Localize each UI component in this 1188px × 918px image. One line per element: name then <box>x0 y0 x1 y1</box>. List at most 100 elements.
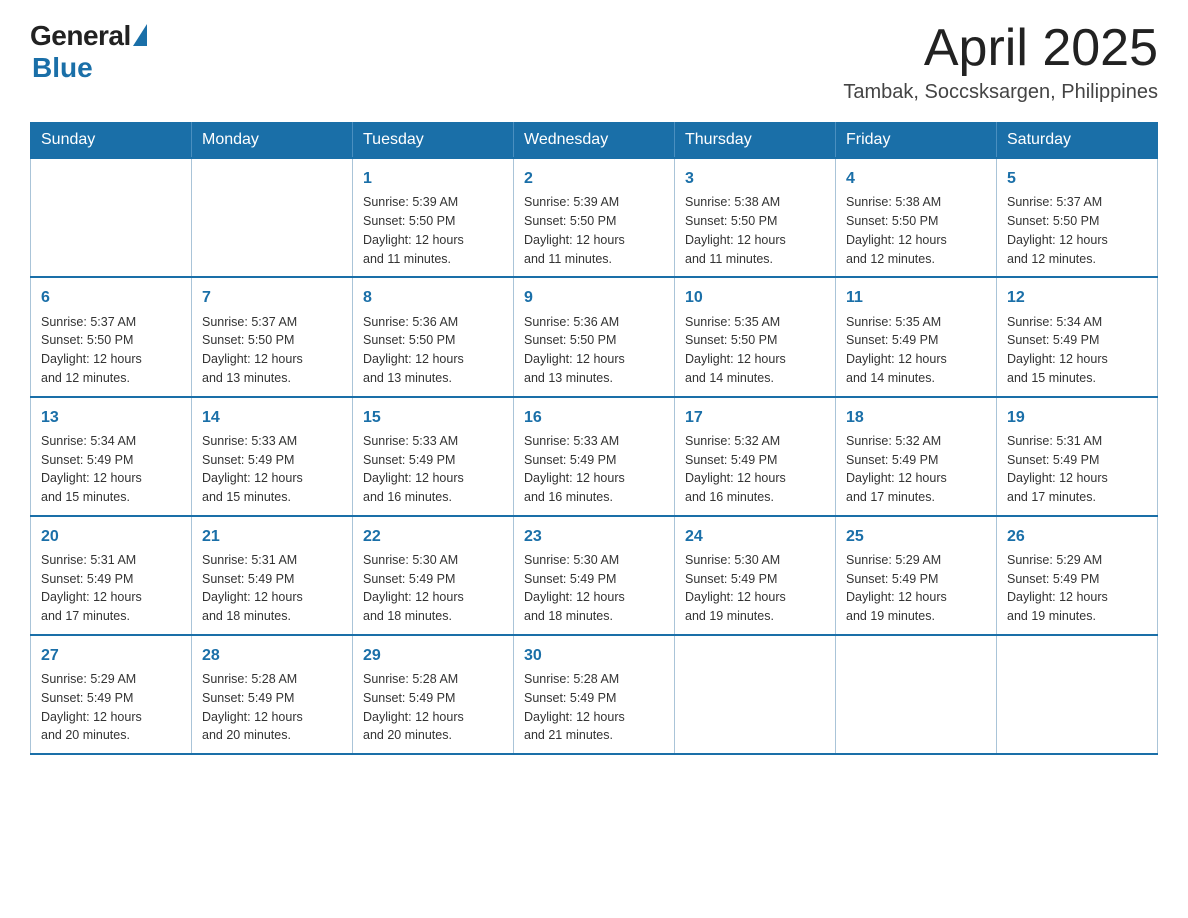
weekday-header-saturday: Saturday <box>997 123 1158 159</box>
calendar-cell: 11 Sunrise: 5:35 AM Sunset: 5:49 PM Dayli… <box>836 277 997 396</box>
day-info: Sunrise: 5:28 AM Sunset: 5:49 PM Dayligh… <box>202 670 342 745</box>
calendar-cell: 1Sunrise: 5:39 AM Sunset: 5:50 PM Daylig… <box>353 158 514 277</box>
day-info: Sunrise: 5:30 AM Sunset: 5:49 PM Dayligh… <box>363 551 503 626</box>
weekday-header-tuesday: Tuesday <box>353 123 514 159</box>
day-info: Sunrise: 5:39 AM Sunset: 5:50 PM Dayligh… <box>524 193 664 268</box>
calendar-week-row: 1Sunrise: 5:39 AM Sunset: 5:50 PM Daylig… <box>31 158 1158 277</box>
calendar-cell: 12 Sunrise: 5:34 AM Sunset: 5:49 PM Dayli… <box>997 277 1158 396</box>
calendar-cell: 4 Sunrise: 5:38 AM Sunset: 5:50 PM Daylig… <box>836 158 997 277</box>
day-number: 23 <box>524 525 664 548</box>
weekday-header-thursday: Thursday <box>675 123 836 159</box>
logo-blue-text: Blue <box>32 52 93 84</box>
calendar-cell: 15 Sunrise: 5:33 AM Sunset: 5:49 PM Dayli… <box>353 397 514 516</box>
day-info: Sunrise: 5:33 AM Sunset: 5:49 PM Dayligh… <box>363 432 503 507</box>
calendar-cell: 28 Sunrise: 5:28 AM Sunset: 5:49 PM Dayli… <box>192 635 353 754</box>
calendar-week-row: 27Sunrise: 5:29 AM Sunset: 5:49 PM Dayli… <box>31 635 1158 754</box>
day-number: 28 <box>202 644 342 667</box>
day-info: Sunrise: 5:29 AM Sunset: 5:49 PM Dayligh… <box>846 551 986 626</box>
day-number: 5 <box>1007 167 1147 190</box>
calendar-cell: 7Sunrise: 5:37 AM Sunset: 5:50 PM Daylig… <box>192 277 353 396</box>
weekday-header-monday: Monday <box>192 123 353 159</box>
logo: General Blue <box>30 20 147 84</box>
day-info: Sunrise: 5:37 AM Sunset: 5:50 PM Dayligh… <box>202 313 342 388</box>
day-number: 29 <box>363 644 503 667</box>
calendar-cell: 25 Sunrise: 5:29 AM Sunset: 5:49 PM Dayli… <box>836 516 997 635</box>
calendar-cell: 29 Sunrise: 5:28 AM Sunset: 5:49 PM Dayli… <box>353 635 514 754</box>
calendar-week-row: 6 Sunrise: 5:37 AM Sunset: 5:50 PM Daylig… <box>31 277 1158 396</box>
calendar-cell <box>675 635 836 754</box>
calendar-cell: 10 Sunrise: 5:35 AM Sunset: 5:50 PM Dayli… <box>675 277 836 396</box>
day-number: 25 <box>846 525 986 548</box>
calendar-cell: 22 Sunrise: 5:30 AM Sunset: 5:49 PM Dayli… <box>353 516 514 635</box>
day-number: 17 <box>685 406 825 429</box>
day-info: Sunrise: 5:30 AM Sunset: 5:49 PM Dayligh… <box>685 551 825 626</box>
day-number: 2 <box>524 167 664 190</box>
day-info: Sunrise: 5:28 AM Sunset: 5:49 PM Dayligh… <box>524 670 664 745</box>
day-number: 21 <box>202 525 342 548</box>
day-info: Sunrise: 5:31 AM Sunset: 5:49 PM Dayligh… <box>1007 432 1147 507</box>
calendar-cell: 16 Sunrise: 5:33 AM Sunset: 5:49 PM Dayli… <box>514 397 675 516</box>
calendar-cell: 17 Sunrise: 5:32 AM Sunset: 5:49 PM Dayli… <box>675 397 836 516</box>
day-number: 11 <box>846 286 986 309</box>
calendar-cell: 3 Sunrise: 5:38 AM Sunset: 5:50 PM Daylig… <box>675 158 836 277</box>
weekday-header-wednesday: Wednesday <box>514 123 675 159</box>
day-info: Sunrise: 5:39 AM Sunset: 5:50 PM Dayligh… <box>363 193 503 268</box>
day-number: 24 <box>685 525 825 548</box>
day-info: Sunrise: 5:34 AM Sunset: 5:49 PM Dayligh… <box>41 432 181 507</box>
calendar-cell: 20Sunrise: 5:31 AM Sunset: 5:49 PM Dayli… <box>31 516 192 635</box>
weekday-header-friday: Friday <box>836 123 997 159</box>
day-info: Sunrise: 5:30 AM Sunset: 5:49 PM Dayligh… <box>524 551 664 626</box>
day-number: 6 <box>41 286 181 309</box>
title-block: April 2025 Tambak, Soccsksargen, Philipp… <box>843 20 1158 104</box>
day-info: Sunrise: 5:32 AM Sunset: 5:49 PM Dayligh… <box>846 432 986 507</box>
calendar-cell <box>997 635 1158 754</box>
calendar-cell: 23 Sunrise: 5:30 AM Sunset: 5:49 PM Dayli… <box>514 516 675 635</box>
calendar-cell: 2 Sunrise: 5:39 AM Sunset: 5:50 PM Daylig… <box>514 158 675 277</box>
calendar-cell: 21 Sunrise: 5:31 AM Sunset: 5:49 PM Dayli… <box>192 516 353 635</box>
day-number: 8 <box>363 286 503 309</box>
calendar-week-row: 20 Sunrise: 5:31 AM Sunset: 5:49 PM Dayli… <box>31 516 1158 635</box>
calendar-week-row: 13 Sunrise: 5:34 AM Sunset: 5:49 PM Dayli… <box>31 397 1158 516</box>
calendar-cell: 5 Sunrise: 5:37 AM Sunset: 5:50 PM Daylig… <box>997 158 1158 277</box>
day-info: Sunrise: 5:34 AM Sunset: 5:49 PM Dayligh… <box>1007 313 1147 388</box>
day-number: 15 <box>363 406 503 429</box>
page-header: General Blue April 2025 Tambak, Soccsksa… <box>30 20 1158 104</box>
calendar-header-row: SundayMondayTuesdayWednesdayThursdayFrid… <box>31 123 1158 159</box>
day-number: 9 <box>524 286 664 309</box>
day-number: 14 <box>202 406 342 429</box>
logo-triangle-icon <box>133 24 147 46</box>
calendar-cell: 19 Sunrise: 5:31 AM Sunset: 5:49 PM Dayli… <box>997 397 1158 516</box>
calendar-cell: 8 Sunrise: 5:36 AM Sunset: 5:50 PM Daylig… <box>353 277 514 396</box>
calendar-cell: 30Sunrise: 5:28 AM Sunset: 5:49 PM Dayli… <box>514 635 675 754</box>
month-title: April 2025 <box>843 20 1158 77</box>
day-number: 12 <box>1007 286 1147 309</box>
calendar-table: SundayMondayTuesdayWednesdayThursdayFrid… <box>30 122 1158 755</box>
day-info: Sunrise: 5:33 AM Sunset: 5:49 PM Dayligh… <box>202 432 342 507</box>
day-number: 16 <box>524 406 664 429</box>
day-number: 26 <box>1007 525 1147 548</box>
calendar-cell <box>192 158 353 277</box>
calendar-cell: 24 Sunrise: 5:30 AM Sunset: 5:49 PM Dayli… <box>675 516 836 635</box>
day-number: 18 <box>846 406 986 429</box>
day-info: Sunrise: 5:37 AM Sunset: 5:50 PM Dayligh… <box>1007 193 1147 268</box>
day-number: 19 <box>1007 406 1147 429</box>
day-info: Sunrise: 5:35 AM Sunset: 5:50 PM Dayligh… <box>685 313 825 388</box>
day-info: Sunrise: 5:33 AM Sunset: 5:49 PM Dayligh… <box>524 432 664 507</box>
logo-general-text: General <box>30 20 131 52</box>
day-info: Sunrise: 5:36 AM Sunset: 5:50 PM Dayligh… <box>524 313 664 388</box>
calendar-cell: 6Sunrise: 5:37 AM Sunset: 5:50 PM Daylig… <box>31 277 192 396</box>
day-info: Sunrise: 5:35 AM Sunset: 5:49 PM Dayligh… <box>846 313 986 388</box>
day-info: Sunrise: 5:38 AM Sunset: 5:50 PM Dayligh… <box>846 193 986 268</box>
day-number: 10 <box>685 286 825 309</box>
day-number: 27 <box>41 644 181 667</box>
day-info: Sunrise: 5:28 AM Sunset: 5:49 PM Dayligh… <box>363 670 503 745</box>
day-info: Sunrise: 5:31 AM Sunset: 5:49 PM Dayligh… <box>202 551 342 626</box>
day-number: 4 <box>846 167 986 190</box>
day-info: Sunrise: 5:32 AM Sunset: 5:49 PM Dayligh… <box>685 432 825 507</box>
day-number: 22 <box>363 525 503 548</box>
day-info: Sunrise: 5:36 AM Sunset: 5:50 PM Dayligh… <box>363 313 503 388</box>
day-number: 13 <box>41 406 181 429</box>
day-number: 20 <box>41 525 181 548</box>
day-number: 3 <box>685 167 825 190</box>
day-info: Sunrise: 5:38 AM Sunset: 5:50 PM Dayligh… <box>685 193 825 268</box>
